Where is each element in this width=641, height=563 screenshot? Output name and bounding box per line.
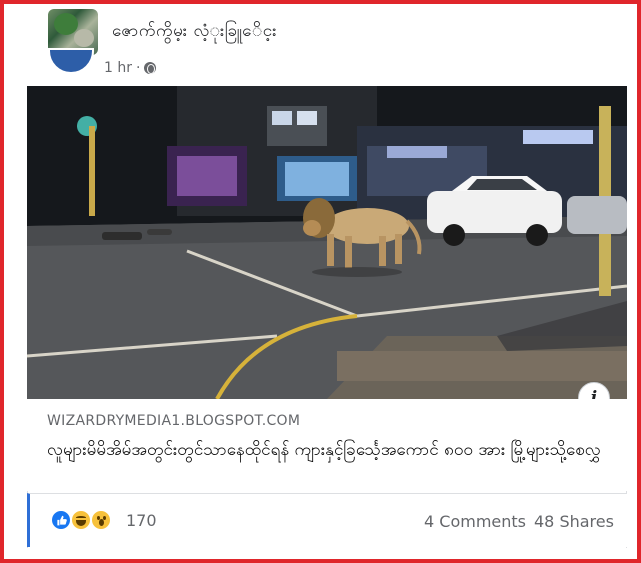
globe-icon	[144, 62, 157, 74]
link-preview[interactable]: WIZARDRYMEDIA1.BLOGSPOT.COM လူများမိမိအိ…	[27, 399, 627, 491]
reactions-bar: 170 4 Comments 48 Shares	[27, 493, 627, 547]
post-photo[interactable]	[27, 86, 627, 399]
reaction-icons[interactable]	[50, 509, 120, 533]
like-icon	[50, 509, 72, 531]
street-lion-image	[27, 86, 627, 399]
dot-separator: ·	[136, 60, 141, 76]
link-headline[interactable]: လူများမိမိအိမ်အတွင်းတွင်သာနေထိုင်ရန် ကျာ…	[47, 439, 607, 461]
post-meta: 1 hr ·	[27, 48, 627, 86]
author-avatar[interactable]	[48, 48, 94, 74]
page-title[interactable]: ဇောက်ကွိမ့း လံ့ုးခြူေိင့း	[112, 20, 277, 45]
comments-count[interactable]: 4 Comments	[424, 512, 526, 531]
haha-icon	[70, 509, 92, 531]
page-header: ဇောက်ကွိမ့း လံ့ုးခြူေိင့း	[4, 4, 637, 60]
reaction-count[interactable]: 170	[126, 511, 157, 530]
shares-count[interactable]: 48 Shares	[534, 512, 614, 531]
post-time-label[interactable]: 1 hr	[104, 60, 132, 76]
post-time[interactable]: 1 hr ·	[104, 60, 157, 76]
wow-icon	[90, 509, 112, 531]
link-domain[interactable]: WIZARDRYMEDIA1.BLOGSPOT.COM	[47, 413, 300, 429]
